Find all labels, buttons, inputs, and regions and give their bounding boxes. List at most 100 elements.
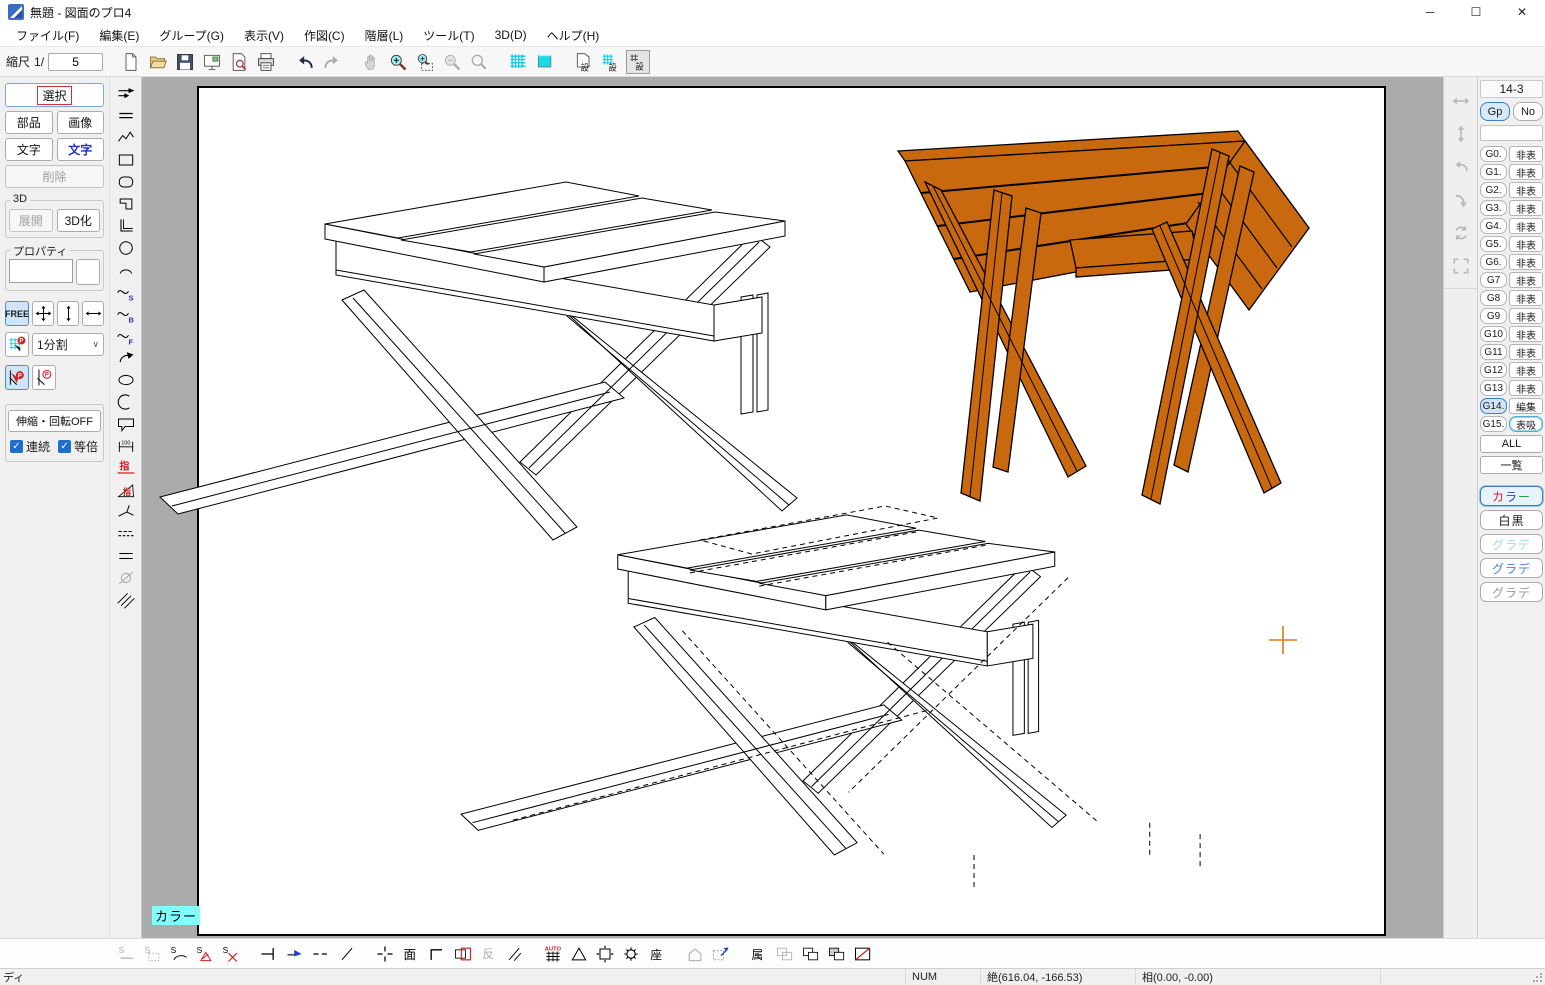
snap-point-select-button[interactable]: P [5,365,29,390]
circle-icon[interactable] [113,237,139,259]
box-blue-arrow-icon[interactable] [709,942,733,966]
print-icon[interactable] [254,50,278,74]
layer-name-button[interactable]: G10 [1480,326,1507,342]
line-end-icon[interactable] [257,942,281,966]
rectangle-icon[interactable] [113,149,139,171]
attr-icon[interactable]: 属 [747,942,771,966]
print-preview-icon[interactable] [200,50,224,74]
arc-arrow-icon[interactable] [113,347,139,369]
layer-state-button[interactable]: 非表 [1509,254,1543,270]
corner-icon[interactable] [425,942,449,966]
menu-3d[interactable]: 3D(D) [485,26,537,44]
layer-state-button[interactable]: 非表 [1509,344,1543,360]
h-arrows-icon[interactable] [1449,89,1473,113]
snap-point-line-button[interactable]: P [32,365,56,390]
menu-file[interactable]: ファイル(F) [6,25,89,46]
continuous-checkbox[interactable]: ✓ 連続 [10,438,50,455]
layer-state-button[interactable]: 非表 [1509,308,1543,324]
layer-name-button[interactable]: G14. [1480,398,1507,414]
move-vertical-button[interactable] [57,301,79,326]
resize-grip[interactable] [1529,969,1545,985]
open-arc-icon[interactable] [113,391,139,413]
boxes-gray-icon[interactable] [773,942,797,966]
layer-name-button[interactable]: G7 [1480,272,1507,288]
layer-name-button[interactable]: G11 [1480,344,1507,360]
gp-button[interactable]: Gp [1480,102,1510,121]
double-line2-icon[interactable] [113,545,139,567]
no-draw-icon[interactable] [113,567,139,589]
notch-shape-icon[interactable] [113,193,139,215]
redo-icon[interactable] [320,50,344,74]
layer-state-button[interactable]: 非表 [1509,200,1543,216]
display-settings-icon[interactable]: 設 [626,50,650,74]
maximize-button[interactable]: ☐ [1453,0,1499,24]
gradient-gray-button[interactable]: グラデ [1480,582,1543,602]
angle-finger-icon[interactable]: 指 [113,479,139,501]
double-line-icon[interactable] [113,105,139,127]
layer-list-button[interactable]: 一覧 [1480,456,1543,474]
layer-name-button[interactable]: G15. [1480,416,1507,432]
slash-icon[interactable] [335,942,359,966]
layer-name-button[interactable]: G9 [1480,308,1507,324]
delete-button[interactable]: 削除 [5,165,104,188]
all-layers-button[interactable]: ALL [1480,435,1543,453]
layer-state-button[interactable]: 非表 [1509,362,1543,378]
new-file-icon[interactable] [119,50,143,74]
layer-state-button[interactable]: 非表 [1509,236,1543,252]
layer-name-button[interactable]: G1. [1480,164,1507,180]
spline-s-icon[interactable]: S [113,281,139,303]
undo-gray-icon[interactable] [1449,155,1473,179]
equal-scale-checkbox[interactable]: ✓ 等倍 [58,438,98,455]
face-icon[interactable]: 面 [399,942,423,966]
menu-edit[interactable]: 編集(E) [89,25,149,46]
rounded-rect-icon[interactable] [113,171,139,193]
ellipse-icon[interactable] [113,369,139,391]
save-icon[interactable] [173,50,197,74]
za-icon[interactable]: 座 [645,942,669,966]
corner-line-icon[interactable] [113,215,139,237]
layer-name-button[interactable]: G12 [1480,362,1507,378]
text-edit-button[interactable]: 文字 [57,138,105,161]
part-button[interactable]: 部品 [5,111,53,134]
image-button[interactable]: 画像 [57,111,105,134]
dash-line-icon[interactable] [309,942,333,966]
boxes-fill-icon[interactable] [825,942,849,966]
expand-button[interactable]: 展開 [9,209,53,232]
zoom-out-icon[interactable] [440,50,464,74]
move-4way-button[interactable] [32,301,54,326]
layer-state-button[interactable]: 非表 [1509,182,1543,198]
line-arrow-blue-icon[interactable] [283,942,307,966]
color-square-icon[interactable] [533,50,557,74]
free-move-button[interactable]: FREE [5,301,29,326]
text-button[interactable]: 文字 [5,138,53,161]
page-settings-icon[interactable]: 設 [572,50,596,74]
page-search-icon[interactable] [227,50,251,74]
property-field[interactable] [9,259,73,283]
box-red-icon[interactable] [451,942,475,966]
v-arrows-icon[interactable] [1449,122,1473,146]
boxes-overlap-icon[interactable] [799,942,823,966]
gear-icon[interactable] [619,942,643,966]
slash2-icon[interactable] [503,942,527,966]
spline-b-icon[interactable]: B [113,303,139,325]
close-button[interactable]: ✕ [1499,0,1545,24]
dashed-lines-icon[interactable] [113,523,139,545]
s-triangle-icon[interactable]: S [193,942,217,966]
layer-name-button[interactable]: G5. [1480,236,1507,252]
layer-state-button[interactable]: 非表 [1509,146,1543,162]
s-cross-icon[interactable]: S [219,942,243,966]
balloon-icon[interactable] [113,413,139,435]
s-box-icon[interactable]: S [141,942,165,966]
menu-help[interactable]: ヘルプ(H) [537,25,610,46]
layer-state-button[interactable]: 表吸 [1509,416,1543,432]
layer-name-button[interactable]: G3. [1480,200,1507,216]
select-mode-button[interactable]: 選択 [5,83,104,107]
pan-icon[interactable] [359,50,383,74]
crosshair-icon[interactable] [373,942,397,966]
layer-state-button[interactable]: 非表 [1509,326,1543,342]
dimension-icon[interactable]: 100 [113,435,139,457]
zoom-region-icon[interactable] [413,50,437,74]
layer-name-button[interactable]: G0. [1480,146,1507,162]
angle-line-icon[interactable] [113,501,139,523]
layer-state-button[interactable]: 非表 [1509,380,1543,396]
